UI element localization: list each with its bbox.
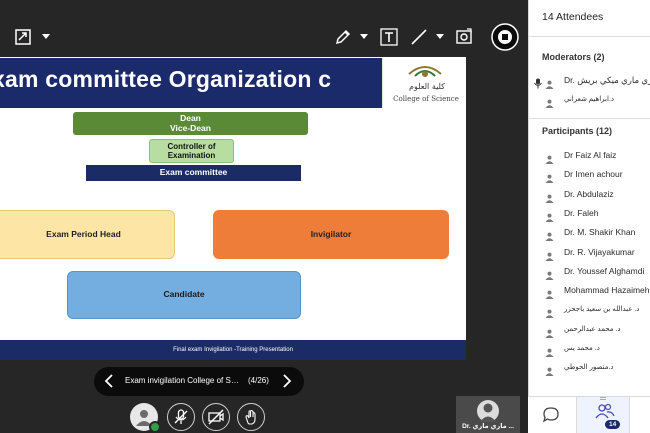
hand-icon	[245, 410, 256, 425]
attendee-name: Dr. M. Shakir Khan	[564, 227, 636, 238]
expand-icon[interactable]	[14, 28, 32, 46]
slide-title-bar: xam committee Organization c	[0, 58, 382, 108]
attendee-row[interactable]: Dr. ماري ماري ميكي بريش	[529, 72, 650, 90]
attendee-name: Dr. R. Vijayakumar	[564, 246, 635, 257]
attendee-row[interactable]: Dr. M. Shakir Khan	[529, 224, 650, 242]
divider	[529, 118, 650, 119]
period-head-label: Exam Period Head	[46, 228, 121, 239]
attendee-name: د. عبدالله بن سعيد باجحزر	[564, 306, 640, 314]
divider	[529, 36, 650, 37]
attendees-panel: 14 Attendees Moderators (2) Dr. ماري مار…	[528, 0, 650, 433]
presentation-stage: xam committee Organization c كلية العلوم…	[0, 0, 528, 433]
participants-heading: Participants (12)	[542, 126, 613, 136]
attendee-name: د. محمد يس	[564, 345, 600, 352]
attendee-name: Dr. ماري ماري ميكي بريش	[564, 75, 650, 85]
chat-icon	[542, 407, 559, 423]
capture-icon[interactable]	[455, 28, 473, 46]
candidate-label: Candidate	[163, 289, 205, 300]
controller-label: Controller of Examination	[167, 141, 216, 160]
chat-tab[interactable]	[528, 397, 576, 433]
vice-dean-label: Vice-Dean	[170, 122, 211, 133]
mic-off-icon	[174, 409, 188, 424]
moderators-heading: Moderators (2)	[542, 52, 605, 62]
logo-arabic-text: كلية العلوم	[409, 82, 445, 91]
stop-share-icon[interactable]	[491, 23, 519, 51]
panel-tab-bar: 14	[528, 396, 650, 433]
speaker-avatar	[477, 400, 499, 422]
active-speaker-tile: Dr. ماري ماري ...	[456, 396, 520, 433]
slide-title: xam committee Organization c	[0, 66, 332, 92]
attendee-row[interactable]: Mohammad Hazaimeh	[529, 282, 650, 300]
user-icon	[545, 363, 554, 381]
committee-label: Exam committee	[159, 167, 228, 178]
chevron-down-icon[interactable]	[436, 34, 444, 40]
microphone-button[interactable]	[167, 403, 195, 431]
attendee-count-badge: 14	[605, 420, 621, 429]
attendee-row[interactable]: د.منصور الحوطي	[529, 359, 650, 377]
speaker-name: Dr. ماري ماري ...	[462, 423, 514, 430]
attendee-name: Dr Faiz Al faiz	[564, 150, 617, 160]
controller-box: Controller of Examination	[149, 139, 234, 163]
slide-navigator: Exam invigilation College of Sci... (4/2…	[94, 367, 304, 396]
tab-indicator	[600, 397, 606, 400]
logo-english-text: College of Science	[393, 95, 459, 103]
committee-box: Exam committee	[86, 165, 301, 181]
my-status-button[interactable]	[130, 403, 161, 433]
attendee-row[interactable]: د. محمد يس	[529, 340, 650, 358]
line-tool-icon[interactable]	[410, 28, 428, 46]
attendee-row[interactable]: د. محمد عبدالرحمن	[529, 321, 650, 339]
previous-slide-icon[interactable]	[104, 374, 114, 393]
chevron-down-icon[interactable]	[42, 34, 50, 40]
attendee-name: Dr. Youssef Alghamdi	[564, 265, 645, 276]
dean-box: Dean Vice-Dean	[73, 112, 308, 135]
attendee-row[interactable]: Dr. Faleh	[529, 205, 650, 223]
invigilator-label: Invigilator	[310, 228, 352, 239]
pen-icon[interactable]	[334, 28, 352, 46]
college-logo: كلية العلوم College of Science	[382, 58, 466, 108]
candidate-box: Candidate	[67, 271, 301, 319]
attendee-name: د.ابراهيم شعراني	[564, 96, 615, 103]
attendee-name: د. محمد عبدالرحمن	[564, 325, 621, 333]
attendee-row[interactable]: Dr Faiz Al faiz	[529, 147, 650, 165]
attendee-row[interactable]: د. عبدالله بن سعيد باجحزر	[529, 301, 650, 319]
attendee-row[interactable]: Dr. Abdulaziz	[529, 186, 650, 204]
camera-button[interactable]	[202, 403, 230, 431]
next-slide-icon[interactable]	[282, 374, 292, 393]
period-head-box: Exam Period Head	[0, 210, 175, 259]
user-icon	[545, 95, 554, 113]
slide-counter: (4/26)	[248, 376, 269, 385]
panel-title: 14 Attendees	[542, 11, 604, 23]
slide-footer: Final exam Invigilation -Training Presen…	[0, 340, 466, 360]
attendees-icon	[595, 403, 615, 419]
attendee-name: Dr Imen achour	[564, 169, 623, 180]
attendee-row[interactable]: د.ابراهيم شعراني	[529, 91, 650, 109]
attendee-row[interactable]: Dr. R. Vijayakumar	[529, 244, 650, 262]
invigilator-box: Invigilator	[213, 210, 449, 259]
chevron-down-icon[interactable]	[360, 34, 368, 40]
attendee-name: د.منصور الحوطي	[564, 364, 614, 372]
attendee-name: Dr. Abdulaziz	[564, 188, 614, 199]
attendees-tab[interactable]: 14	[576, 397, 630, 433]
status-ok-icon	[149, 421, 161, 433]
attendee-row[interactable]: Dr Imen achour	[529, 166, 650, 184]
attendee-name: Dr. Faleh	[564, 207, 599, 218]
raise-hand-button[interactable]	[237, 403, 265, 431]
attendee-row[interactable]: Dr. Youssef Alghamdi	[529, 263, 650, 281]
text-tool-icon[interactable]	[380, 28, 398, 46]
presentation-name: Exam invigilation College of Sci...	[125, 376, 239, 385]
attendee-name: Mohammad Hazaimeh	[564, 285, 650, 296]
camera-off-icon	[208, 409, 224, 425]
